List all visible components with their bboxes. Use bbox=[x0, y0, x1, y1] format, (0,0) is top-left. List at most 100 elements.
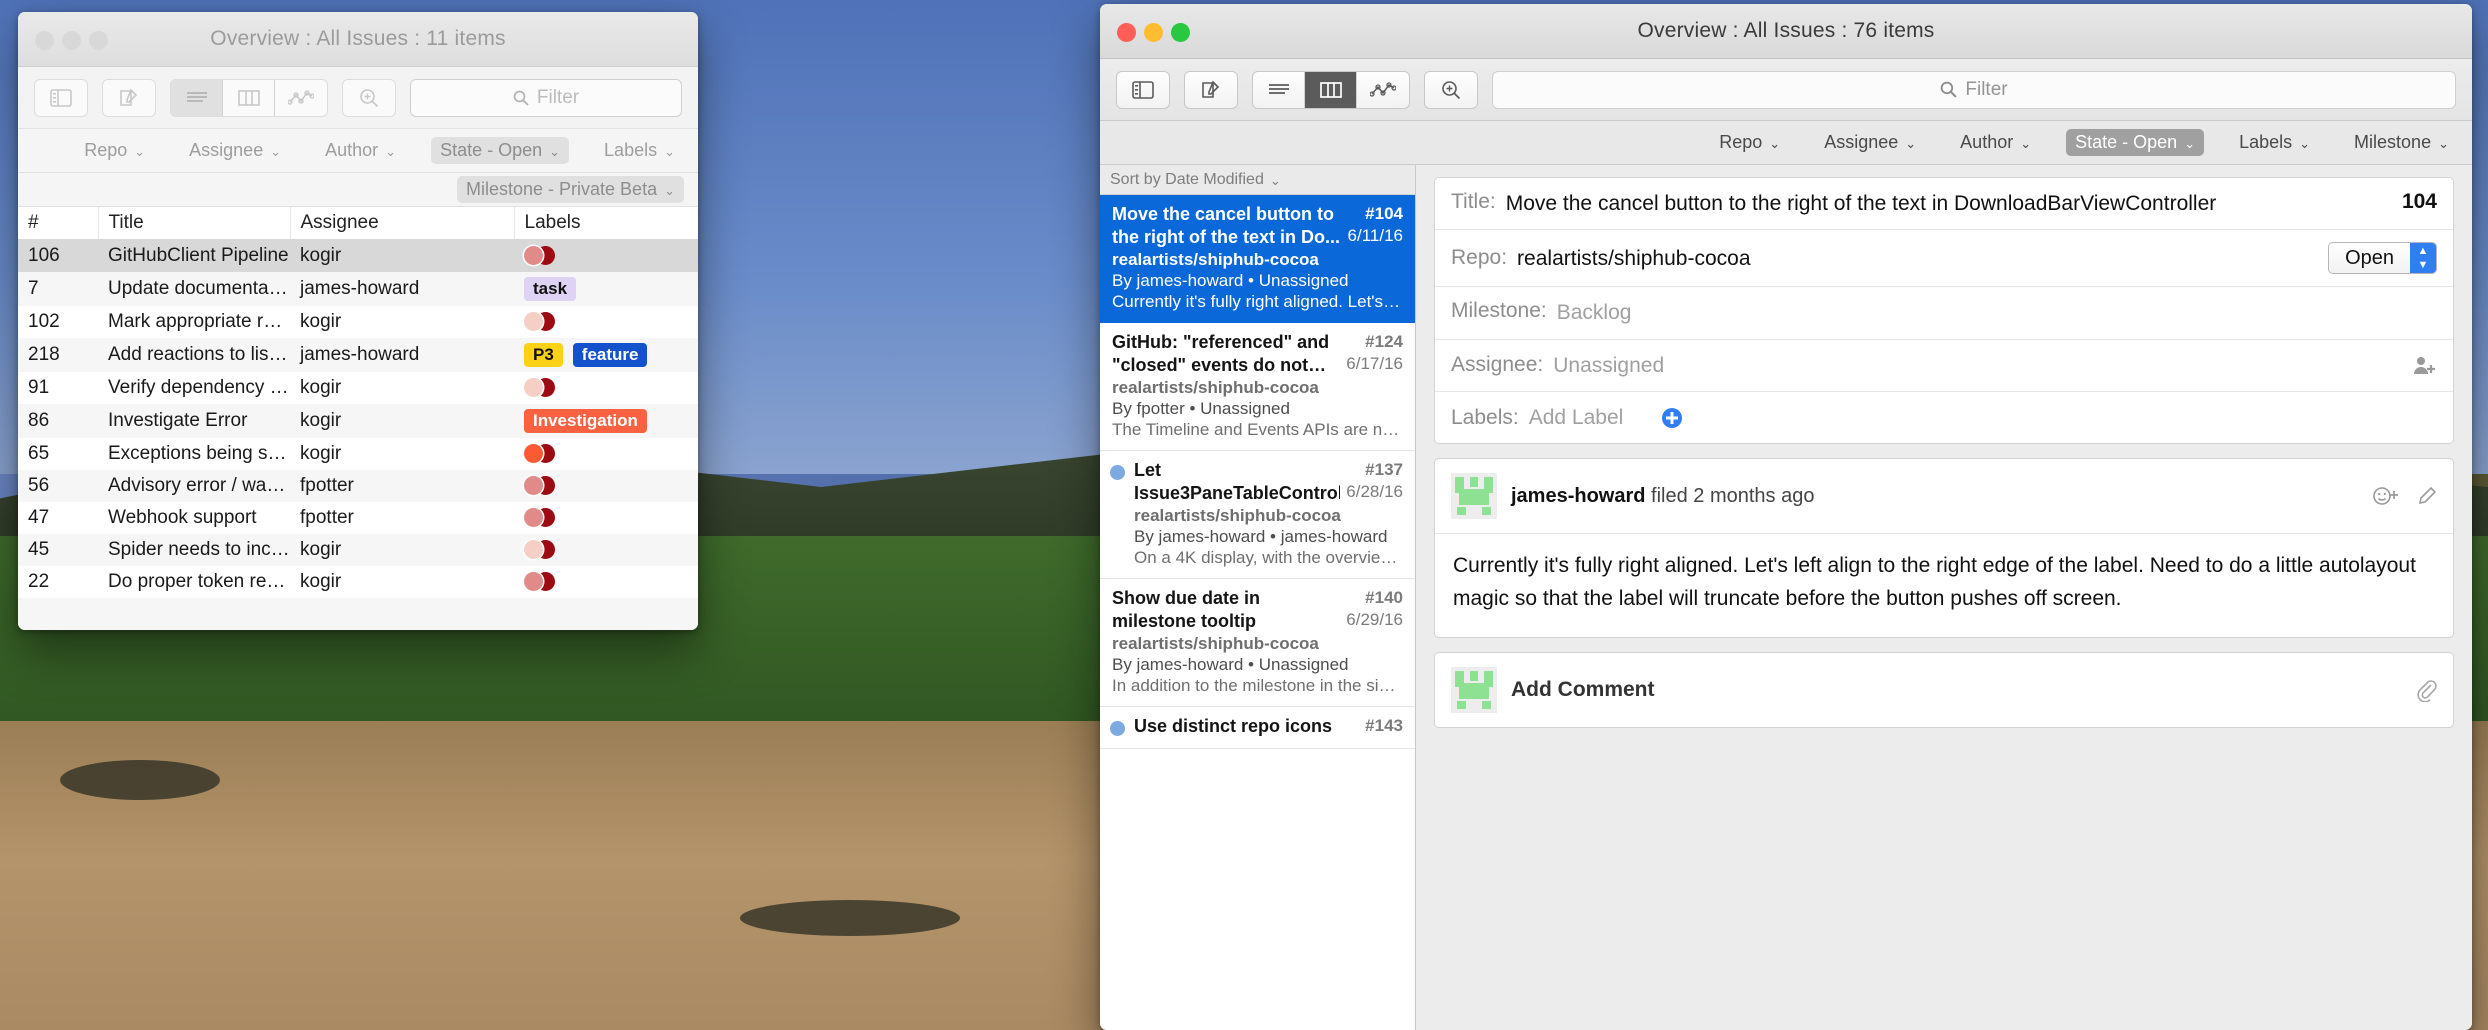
state-popup-button[interactable]: Open ▲▼ bbox=[2328, 242, 2437, 274]
filter-author[interactable]: Author⌄ bbox=[1951, 129, 2040, 156]
add-person-icon[interactable] bbox=[2413, 354, 2437, 376]
table-row[interactable]: 218Add reactions to list viewjames-howar… bbox=[18, 338, 698, 372]
filter-milestone[interactable]: Milestone - Private Beta⌄ bbox=[457, 176, 684, 203]
right-filter-field[interactable]: Filter bbox=[1492, 71, 2456, 109]
filter-labels[interactable]: Labels⌄ bbox=[595, 137, 684, 164]
field-repo-row[interactable]: Repo: realartists/shiphub-cocoa Open ▲▼ bbox=[1435, 230, 2453, 287]
zoom-search-button[interactable] bbox=[342, 79, 396, 117]
stepper-arrows-icon[interactable]: ▲▼ bbox=[2410, 243, 2436, 273]
empty-cell bbox=[18, 598, 98, 630]
left-window-titlebar[interactable]: Overview : All Issues : 11 items bbox=[18, 12, 698, 67]
add-comment-label[interactable]: Add Comment bbox=[1511, 678, 2401, 702]
list-item[interactable]: Let Issue3PaneTableControll...#1376/28/1… bbox=[1100, 451, 1415, 579]
table-row[interactable]: 102Mark appropriate reque...kogir bbox=[18, 306, 698, 338]
paperclip-icon[interactable] bbox=[2415, 678, 2437, 702]
field-title-value[interactable]: Move the cancel button to the right of t… bbox=[1506, 190, 2392, 217]
filter-repo[interactable]: Repo⌄ bbox=[1710, 129, 1789, 156]
overview-window-background[interactable]: Overview : All Issues : 11 items Filter bbox=[18, 12, 698, 630]
left-traffic-lights[interactable] bbox=[35, 31, 108, 50]
filter-assignee[interactable]: Assignee⌄ bbox=[180, 137, 290, 164]
add-reaction-icon[interactable] bbox=[2373, 486, 2399, 506]
plus-circle-icon[interactable] bbox=[1661, 407, 1683, 429]
zoom-search-button[interactable] bbox=[1424, 71, 1478, 109]
list-item[interactable]: Move the cancel button to the right of t… bbox=[1100, 195, 1415, 323]
issue-list[interactable]: Move the cancel button to the right of t… bbox=[1100, 195, 1415, 749]
right-view-switcher[interactable] bbox=[1252, 71, 1410, 109]
comment-author-line: james-howard filed 2 months ago bbox=[1511, 485, 2359, 508]
view-list-button[interactable] bbox=[171, 80, 223, 116]
list-item-meta: #1376/28/16 bbox=[1346, 459, 1403, 503]
chevron-down-icon: ⌄ bbox=[270, 144, 281, 160]
row-number: 86 bbox=[18, 404, 98, 438]
sort-control[interactable]: Sort by Date Modified ⌄ bbox=[1100, 165, 1415, 195]
zoom-button[interactable] bbox=[89, 31, 108, 50]
column-header-assignee[interactable]: Assignee bbox=[290, 207, 514, 240]
table-row[interactable]: 47Webhook supportfpotter bbox=[18, 502, 698, 534]
compose-button[interactable] bbox=[102, 79, 156, 117]
left-filter-field[interactable]: Filter bbox=[410, 79, 682, 117]
filter-author[interactable]: Author⌄ bbox=[316, 137, 405, 164]
field-title-row[interactable]: Title: Move the cancel button to the rig… bbox=[1435, 178, 2453, 230]
filter-state[interactable]: State - Open⌄ bbox=[2066, 129, 2204, 156]
filter-state[interactable]: State - Open⌄ bbox=[431, 137, 569, 164]
table-row[interactable]: 106GitHubClient Pipelinekogir bbox=[18, 240, 698, 273]
filter-labels-label: Labels bbox=[2239, 132, 2292, 153]
view-list-button[interactable] bbox=[1253, 72, 1305, 108]
comment-actions[interactable] bbox=[2373, 486, 2437, 506]
right-split-view: Sort by Date Modified ⌄ Move the cancel … bbox=[1100, 165, 2472, 1030]
field-labels-value[interactable]: Add Label bbox=[1529, 404, 1624, 431]
sidebar-toggle-button[interactable] bbox=[34, 79, 88, 117]
filter-milestone[interactable]: Milestone⌄ bbox=[2345, 129, 2458, 156]
view-chart-button[interactable] bbox=[1357, 72, 1409, 108]
view-columns-button[interactable] bbox=[1305, 72, 1357, 108]
list-item[interactable]: Show due date in milestone tooltip#1406/… bbox=[1100, 579, 1415, 707]
field-assignee-row[interactable]: Assignee: Unassigned bbox=[1435, 340, 2453, 392]
add-comment-card[interactable]: Add Comment bbox=[1434, 652, 2454, 728]
right-window-titlebar[interactable]: Overview : All Issues : 76 items bbox=[1100, 4, 2472, 59]
issues-table-body[interactable]: 106GitHubClient Pipelinekogir7Update doc… bbox=[18, 240, 698, 631]
table-row[interactable]: 45Spider needs to increm...kogir bbox=[18, 534, 698, 566]
overview-window-active[interactable]: Overview : All Issues : 76 items Filter bbox=[1100, 4, 2472, 1030]
row-labels: task bbox=[514, 272, 698, 306]
issue-list-pane[interactable]: Sort by Date Modified ⌄ Move the cancel … bbox=[1100, 165, 1416, 1030]
field-repo-key: Repo: bbox=[1451, 246, 1507, 270]
table-row[interactable]: 86Investigate ErrorkogirInvestigation bbox=[18, 404, 698, 438]
table-row[interactable]: 7Update documentation...james-howardtask bbox=[18, 272, 698, 306]
column-header-labels[interactable]: Labels bbox=[514, 207, 698, 240]
sidebar-toggle-button[interactable] bbox=[1116, 71, 1170, 109]
table-row[interactable]: 65Exceptions being swallo...kogir bbox=[18, 438, 698, 470]
filter-labels[interactable]: Labels⌄ bbox=[2230, 129, 2319, 156]
close-button[interactable] bbox=[35, 31, 54, 50]
filter-assignee[interactable]: Assignee⌄ bbox=[1815, 129, 1925, 156]
compose-button[interactable] bbox=[1184, 71, 1238, 109]
comment-author[interactable]: james-howard bbox=[1511, 485, 1645, 507]
field-labels-row[interactable]: Labels: Add Label bbox=[1435, 392, 2453, 443]
column-header-title[interactable]: Title bbox=[98, 207, 290, 240]
left-view-switcher[interactable] bbox=[170, 79, 328, 117]
sort-label: Sort by Date Modified bbox=[1110, 171, 1264, 189]
add-comment-row[interactable]: Add Comment bbox=[1435, 653, 2453, 727]
field-assignee-value[interactable]: Unassigned bbox=[1553, 352, 2403, 379]
list-item[interactable]: GitHub: "referenced" and "closed" events… bbox=[1100, 323, 1415, 451]
column-header-number[interactable]: # bbox=[18, 207, 98, 240]
list-item[interactable]: Use distinct repo icons#143 bbox=[1100, 707, 1415, 749]
minimize-button[interactable] bbox=[1144, 23, 1163, 42]
table-row[interactable]: 56Advisory error / warning...fpotter bbox=[18, 470, 698, 502]
filter-repo[interactable]: Repo⌄ bbox=[75, 137, 154, 164]
zoom-button[interactable] bbox=[1171, 23, 1190, 42]
issues-table[interactable]: # Title Assignee Labels 106GitHubClient … bbox=[18, 207, 698, 630]
field-milestone-value[interactable]: Backlog bbox=[1557, 299, 2437, 326]
right-traffic-lights[interactable] bbox=[1117, 23, 1190, 42]
field-repo-value[interactable]: realartists/shiphub-cocoa bbox=[1517, 245, 2318, 272]
field-milestone-row[interactable]: Milestone: Backlog bbox=[1435, 287, 2453, 339]
list-item-repo: realartists/shiphub-cocoa bbox=[1112, 634, 1403, 654]
table-row[interactable]: 91Verify dependency orde...kogir bbox=[18, 372, 698, 404]
close-button[interactable] bbox=[1117, 23, 1136, 42]
view-columns-button[interactable] bbox=[223, 80, 275, 116]
state-value: Open bbox=[2329, 243, 2410, 273]
pencil-icon[interactable] bbox=[2417, 486, 2437, 506]
view-chart-button[interactable] bbox=[275, 80, 327, 116]
table-row[interactable]: 22Do proper token revoca...kogir bbox=[18, 566, 698, 598]
minimize-button[interactable] bbox=[62, 31, 81, 50]
issues-table-header: # Title Assignee Labels bbox=[18, 207, 698, 240]
